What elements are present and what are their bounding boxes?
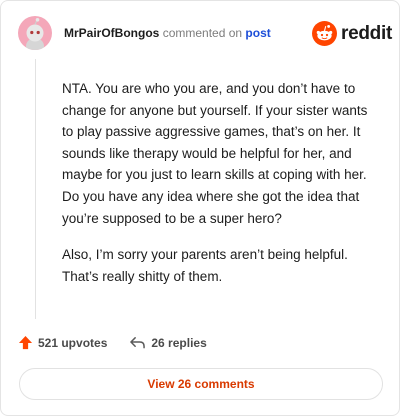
upvote-button[interactable]: 521 upvotes	[18, 335, 107, 350]
upvote-count: 521 upvotes	[38, 335, 108, 350]
comment-header: MrPairOfBongos commented on post	[64, 26, 271, 40]
upvote-arrow-icon	[18, 335, 33, 350]
reddit-logo[interactable]: reddit	[312, 21, 392, 46]
post-link[interactable]: post	[245, 26, 270, 40]
replies-button[interactable]: 26 replies	[129, 335, 207, 350]
reddit-snoo-icon	[312, 21, 337, 46]
comment-paragraph: Also, I’m sorry your parents aren’t bein…	[62, 247, 348, 284]
comment-actions: 521 upvotes 26 replies	[18, 335, 207, 350]
avatar[interactable]	[18, 16, 52, 50]
thread-line[interactable]	[35, 59, 36, 319]
comment-body: NTA. You are who you are, and you don’t …	[62, 78, 374, 302]
reply-count: 26 replies	[151, 335, 207, 350]
comment-paragraph: NTA. You are who you are, and you don’t …	[62, 81, 368, 226]
comment-card: MrPairOfBongos commented on post reddit …	[0, 0, 400, 416]
snoo-avatar-icon	[26, 18, 44, 50]
view-comments-label: View 26 comments	[147, 377, 255, 391]
username[interactable]: MrPairOfBongos	[64, 26, 159, 40]
reply-arrow-icon	[130, 337, 146, 349]
reddit-wordmark: reddit	[341, 22, 392, 44]
view-comments-button[interactable]: View 26 comments	[19, 368, 383, 400]
action-text: commented on	[162, 26, 243, 40]
